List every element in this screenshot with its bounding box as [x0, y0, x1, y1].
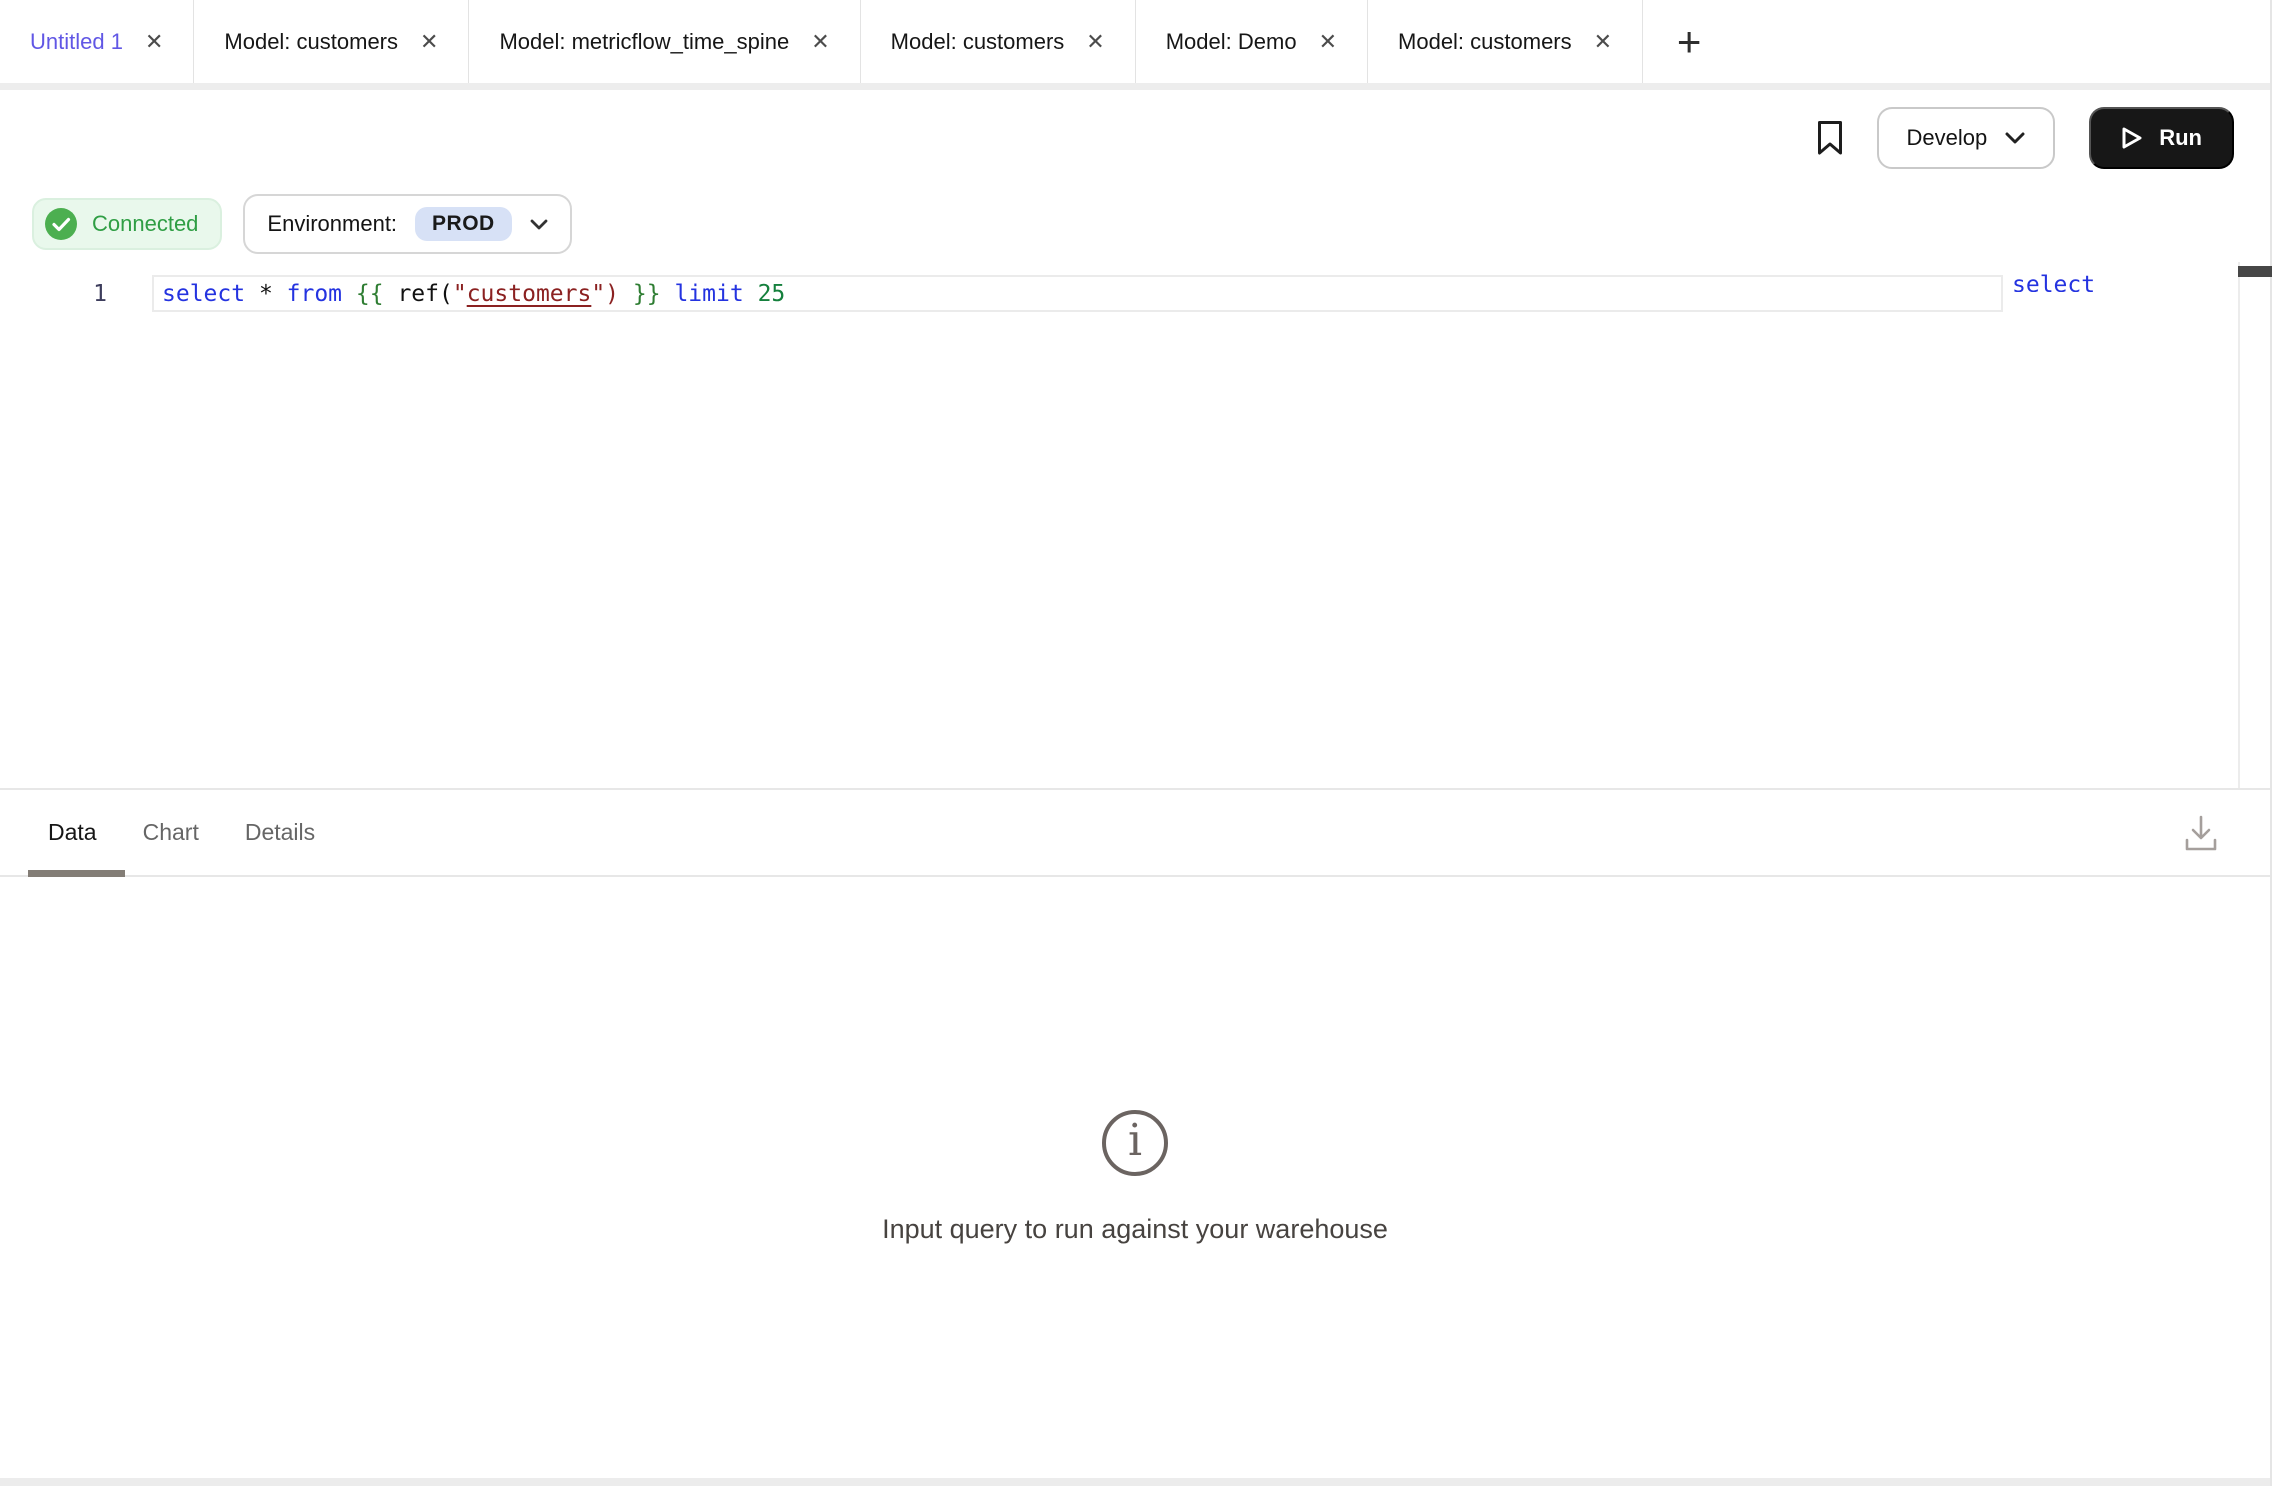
close-icon[interactable]: ✕: [145, 31, 163, 53]
tab-model-demo[interactable]: Model: Demo ✕: [1136, 0, 1368, 83]
line-number: 1: [0, 281, 107, 307]
tab-label: Untitled 1: [30, 29, 123, 55]
editor-tab-bar: Untitled 1 ✕ Model: customers ✕ Model: m…: [0, 0, 2270, 90]
download-results-button[interactable]: [2184, 813, 2218, 853]
info-glyph: i: [1128, 1119, 1142, 1167]
bookmark-icon: [1817, 120, 1843, 156]
chevron-down-icon: [530, 219, 548, 230]
editor-scrollbar-thumb[interactable]: [2238, 266, 2272, 277]
close-icon[interactable]: ✕: [1319, 31, 1337, 53]
environment-selector[interactable]: Environment: PROD: [243, 194, 571, 254]
check-circle-icon: [44, 207, 78, 241]
bookmark-button[interactable]: [1817, 120, 1843, 156]
run-button-label: Run: [2159, 125, 2202, 151]
tab-label: Model: customers: [224, 29, 398, 55]
editor-minimap[interactable]: select * from {{ ref("customers") }} lim…: [2012, 272, 2107, 292]
results-panel-header: Data Chart Details: [0, 788, 2270, 877]
close-icon[interactable]: ✕: [1086, 31, 1104, 53]
develop-button-label: Develop: [1907, 125, 1988, 151]
active-line-highlight[interactable]: select * from {{ ref("customers") }} lim…: [152, 275, 2003, 312]
minimap-code-line: select * from {{ ref("customers") }} lim…: [2012, 272, 2107, 292]
tab-data[interactable]: Data: [48, 819, 97, 846]
tab-model-customers-2[interactable]: Model: customers ✕: [861, 0, 1136, 83]
tab-label: Model: customers: [891, 29, 1065, 55]
connected-label: Connected: [92, 211, 198, 237]
chevron-down-icon: [2005, 132, 2025, 144]
develop-button[interactable]: Develop: [1877, 107, 2056, 169]
sql-editor[interactable]: 1 select * from {{ ref("customers") }} l…: [0, 262, 2270, 788]
empty-state-message: Input query to run against your warehous…: [882, 1214, 1388, 1245]
code-line[interactable]: select * from {{ ref("customers") }} lim…: [162, 281, 785, 307]
tab-model-customers-3[interactable]: Model: customers ✕: [1368, 0, 1643, 83]
add-tab-button[interactable]: +: [1643, 0, 1735, 83]
info-icon: i: [1102, 1110, 1168, 1176]
window-bottom-edge: [0, 1478, 2270, 1486]
tab-details[interactable]: Details: [245, 819, 315, 846]
tab-label: Model: metricflow_time_spine: [499, 29, 789, 55]
run-button[interactable]: Run: [2089, 107, 2234, 169]
tab-untitled-1[interactable]: Untitled 1 ✕: [0, 0, 194, 83]
close-icon[interactable]: ✕: [420, 31, 438, 53]
tab-model-customers-1[interactable]: Model: customers ✕: [194, 0, 469, 83]
tab-chart[interactable]: Chart: [143, 819, 199, 846]
tab-model-metricflow-time-spine[interactable]: Model: metricflow_time_spine ✕: [469, 0, 860, 83]
environment-label: Environment:: [267, 211, 397, 237]
tab-label: Model: Demo: [1166, 29, 1297, 55]
close-icon[interactable]: ✕: [1594, 31, 1612, 53]
model-reference-link: customers: [467, 281, 592, 307]
toolbar: Develop Run: [0, 90, 2270, 186]
results-panel-body: i Input query to run against your wareho…: [0, 877, 2270, 1478]
tab-label: Model: customers: [1398, 29, 1572, 55]
environment-badge: PROD: [415, 207, 512, 241]
connection-status-row: Connected Environment: PROD: [0, 186, 2270, 262]
download-icon: [2184, 813, 2218, 853]
editor-scrollbar-track[interactable]: [2238, 262, 2270, 788]
plus-icon: +: [1677, 18, 1702, 66]
play-icon: [2121, 126, 2143, 150]
active-tab-underline: [28, 870, 125, 877]
close-icon[interactable]: ✕: [811, 31, 829, 53]
connected-status-badge: Connected: [32, 198, 222, 250]
app-window: { "tab_bar": { "tabs": [ { "label": "Unt…: [0, 0, 2272, 1486]
